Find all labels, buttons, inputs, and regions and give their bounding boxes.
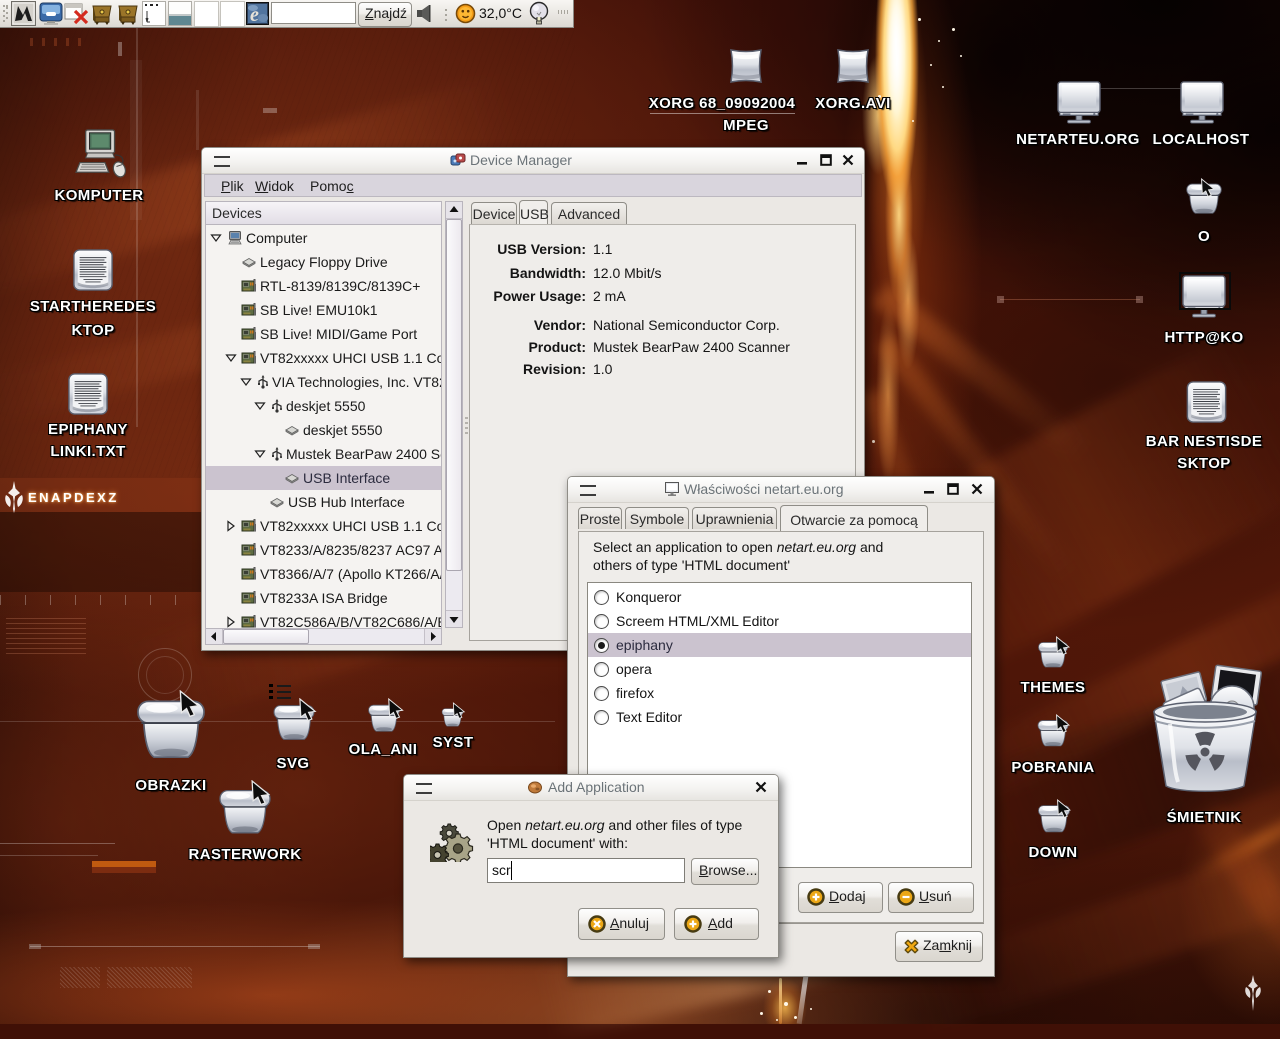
- svg-text:e: e: [250, 4, 259, 25]
